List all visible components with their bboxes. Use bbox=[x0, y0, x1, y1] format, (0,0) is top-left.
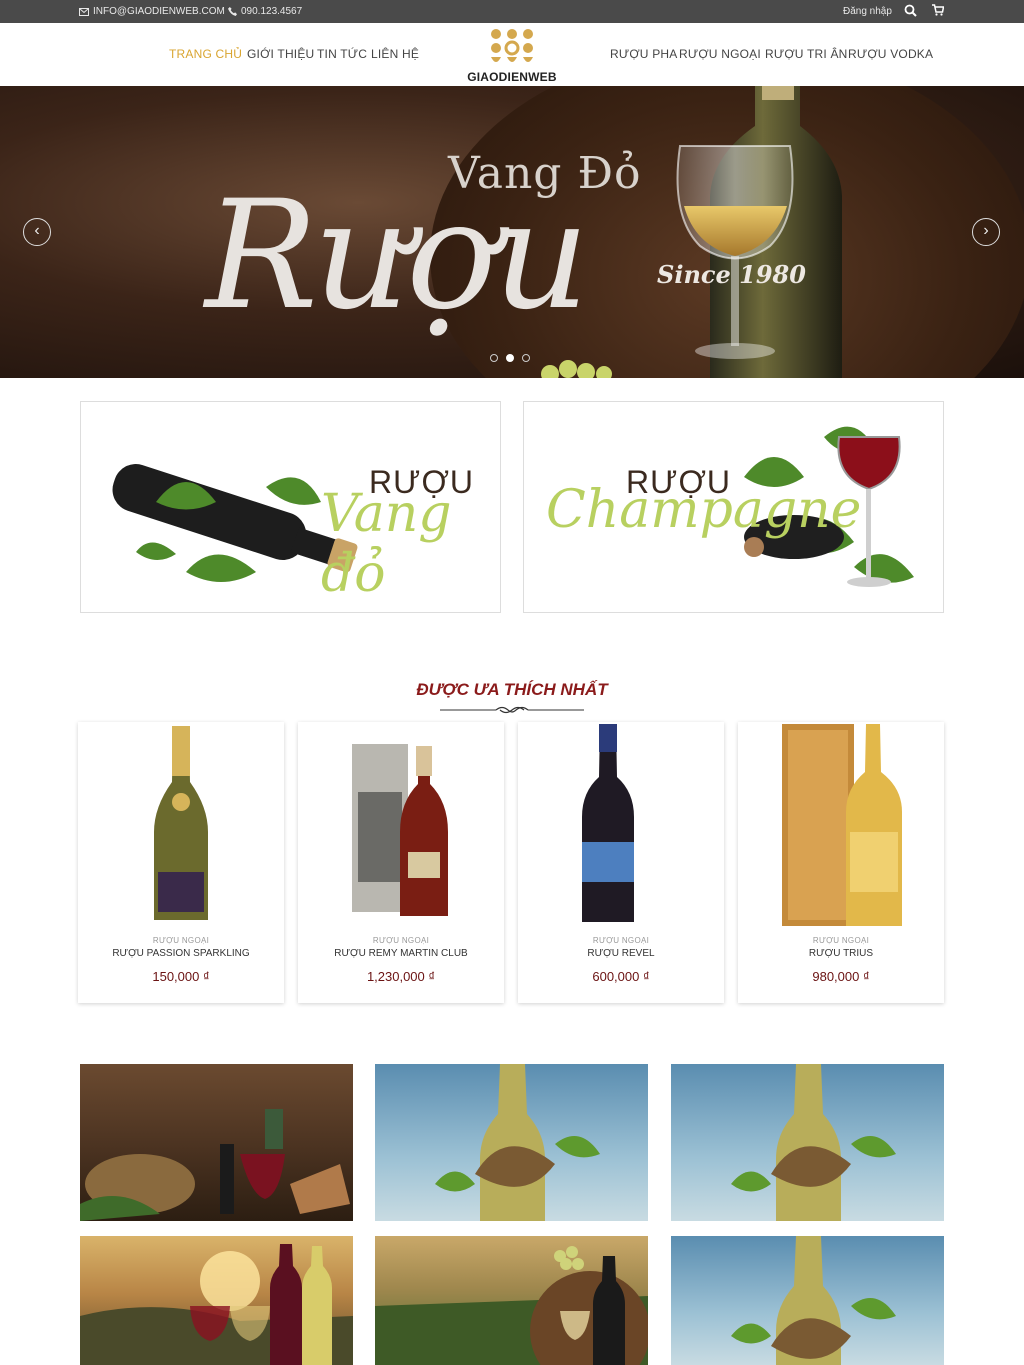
gallery-image-rustic-wine[interactable] bbox=[80, 1064, 353, 1221]
phone-icon bbox=[228, 7, 237, 16]
nav-contact[interactable]: LIÊN HỆ bbox=[371, 47, 419, 61]
slider-dot-3[interactable] bbox=[522, 354, 530, 362]
gallery-image-bottle-vine-3[interactable] bbox=[671, 1236, 944, 1365]
product-category: RƯỢU NGOẠI bbox=[812, 936, 870, 945]
gallery-image-vineyard-sunset[interactable] bbox=[80, 1236, 353, 1365]
banner-red-wine-script: Vang đỏ bbox=[321, 484, 452, 604]
product-price: 600,000 ₫ bbox=[592, 969, 650, 984]
product-category: RƯỢU NGOẠI bbox=[372, 936, 430, 945]
mail-icon bbox=[79, 7, 89, 16]
slider-dots bbox=[490, 354, 530, 362]
site-logo[interactable]: GIAODIENWEB bbox=[463, 26, 561, 84]
nav-about[interactable]: GIỚI THIỆU bbox=[247, 47, 314, 61]
banner-red-wine-title: RƯỢU bbox=[369, 464, 474, 500]
section-title: ĐƯỢC ƯA THÍCH NHẤT bbox=[416, 680, 608, 699]
nav-mixed-liquor[interactable]: RƯỢU PHA bbox=[610, 47, 677, 61]
slider-prev-button[interactable]: ‹ bbox=[23, 218, 51, 246]
slider-dot-2[interactable] bbox=[506, 354, 514, 362]
product-price: 980,000 ₫ bbox=[812, 969, 870, 984]
logo-text: GIAODIENWEB bbox=[467, 70, 557, 84]
search-button[interactable] bbox=[904, 4, 917, 17]
hero-slider: Vang Đỏ Rượu Since 1980 ‹ › bbox=[0, 86, 1024, 378]
product-image bbox=[154, 726, 208, 920]
email-text: INFO@GIAODIENWEB.COM bbox=[93, 6, 225, 17]
bottle-vine-image bbox=[435, 1064, 600, 1221]
banner-champagne-title: RƯỢU bbox=[626, 464, 731, 500]
product-card[interactable]: RƯỢU NGOẠI RƯỢU TRIUS 980,000 ₫ bbox=[738, 722, 944, 1003]
vineyard-sunset-image bbox=[80, 1244, 353, 1365]
product-image bbox=[582, 724, 634, 922]
product-name[interactable]: RƯỢU PASSION SPARKLING bbox=[78, 948, 284, 959]
product-name[interactable]: RƯỢU TRIUS bbox=[738, 948, 944, 959]
hero-since: Since 1980 bbox=[657, 260, 806, 289]
hero-title: Rượu bbox=[205, 169, 589, 343]
phone-contact[interactable]: 090.123.4567 bbox=[228, 6, 302, 17]
login-link[interactable]: Đăng nhập bbox=[843, 6, 892, 17]
product-name[interactable]: RƯỢU REMY MARTIN CLUB bbox=[298, 948, 504, 959]
nav-gift-liquor[interactable]: RƯỢU TRI ÂN bbox=[765, 47, 848, 61]
chevron-left-icon: ‹ bbox=[34, 222, 40, 239]
product-image bbox=[352, 744, 448, 916]
slider-next-button[interactable]: › bbox=[972, 218, 1000, 246]
search-icon bbox=[904, 4, 917, 17]
wine-bottle-image bbox=[676, 86, 842, 378]
product-category: RƯỢU NGOẠI bbox=[592, 936, 650, 945]
nav-vodka[interactable]: RƯỢU VODKA bbox=[848, 47, 933, 61]
gallery-image-bottle-vine-1[interactable] bbox=[375, 1064, 648, 1221]
product-price: 150,000 ₫ bbox=[152, 969, 210, 984]
phone-text: 090.123.4567 bbox=[241, 6, 303, 17]
banner-champagne[interactable]: Champagne RƯỢU bbox=[523, 401, 944, 613]
product-name[interactable]: RƯỢU REVEL bbox=[518, 948, 724, 959]
product-card[interactable]: RƯỢU NGOẠI RƯỢU REVEL 600,000 ₫ bbox=[518, 722, 724, 1003]
product-card[interactable]: RƯỢU NGOẠI RƯỢU REMY MARTIN CLUB 1,230,0… bbox=[298, 722, 504, 1003]
gallery-image-bottle-vine-2[interactable] bbox=[671, 1064, 944, 1221]
logo-mark-icon bbox=[491, 29, 533, 62]
vineyard-barrel-image bbox=[375, 1246, 648, 1365]
gallery-image-vineyard-barrel[interactable] bbox=[375, 1236, 648, 1365]
banner-red-wine[interactable]: Vang đỏ RƯỢU bbox=[80, 401, 501, 613]
nav-imported-liquor[interactable]: RƯỢU NGOẠI bbox=[679, 47, 761, 61]
bottle-vine-image bbox=[731, 1236, 896, 1365]
rustic-scene-image bbox=[80, 1109, 350, 1221]
product-image bbox=[782, 724, 902, 926]
grapes-image bbox=[541, 360, 612, 378]
product-card[interactable]: RƯỢU NGOẠI RƯỢU PASSION SPARKLING 150,00… bbox=[78, 722, 284, 1003]
product-category: RƯỢU NGOẠI bbox=[152, 936, 210, 945]
top-bar: INFO@GIAODIENWEB.COM 090.123.4567 Đăng n… bbox=[0, 0, 1024, 23]
cart-button[interactable] bbox=[932, 4, 944, 16]
bottle-vine-image bbox=[731, 1064, 896, 1221]
nav-home[interactable]: TRANG CHỦ bbox=[169, 47, 242, 61]
product-price: 1,230,000 ₫ bbox=[366, 969, 436, 984]
email-contact[interactable]: INFO@GIAODIENWEB.COM bbox=[79, 6, 225, 17]
login-text: Đăng nhập bbox=[843, 6, 892, 17]
main-header: TRANG CHỦ GIỚI THIỆU TIN TỨC LIÊN HỆ RƯỢ… bbox=[0, 23, 1024, 86]
ornament-divider-icon bbox=[440, 706, 584, 714]
chevron-right-icon: › bbox=[983, 222, 989, 239]
slider-dot-1[interactable] bbox=[490, 354, 498, 362]
cart-icon bbox=[932, 4, 944, 16]
nav-news[interactable]: TIN TỨC bbox=[317, 47, 367, 61]
